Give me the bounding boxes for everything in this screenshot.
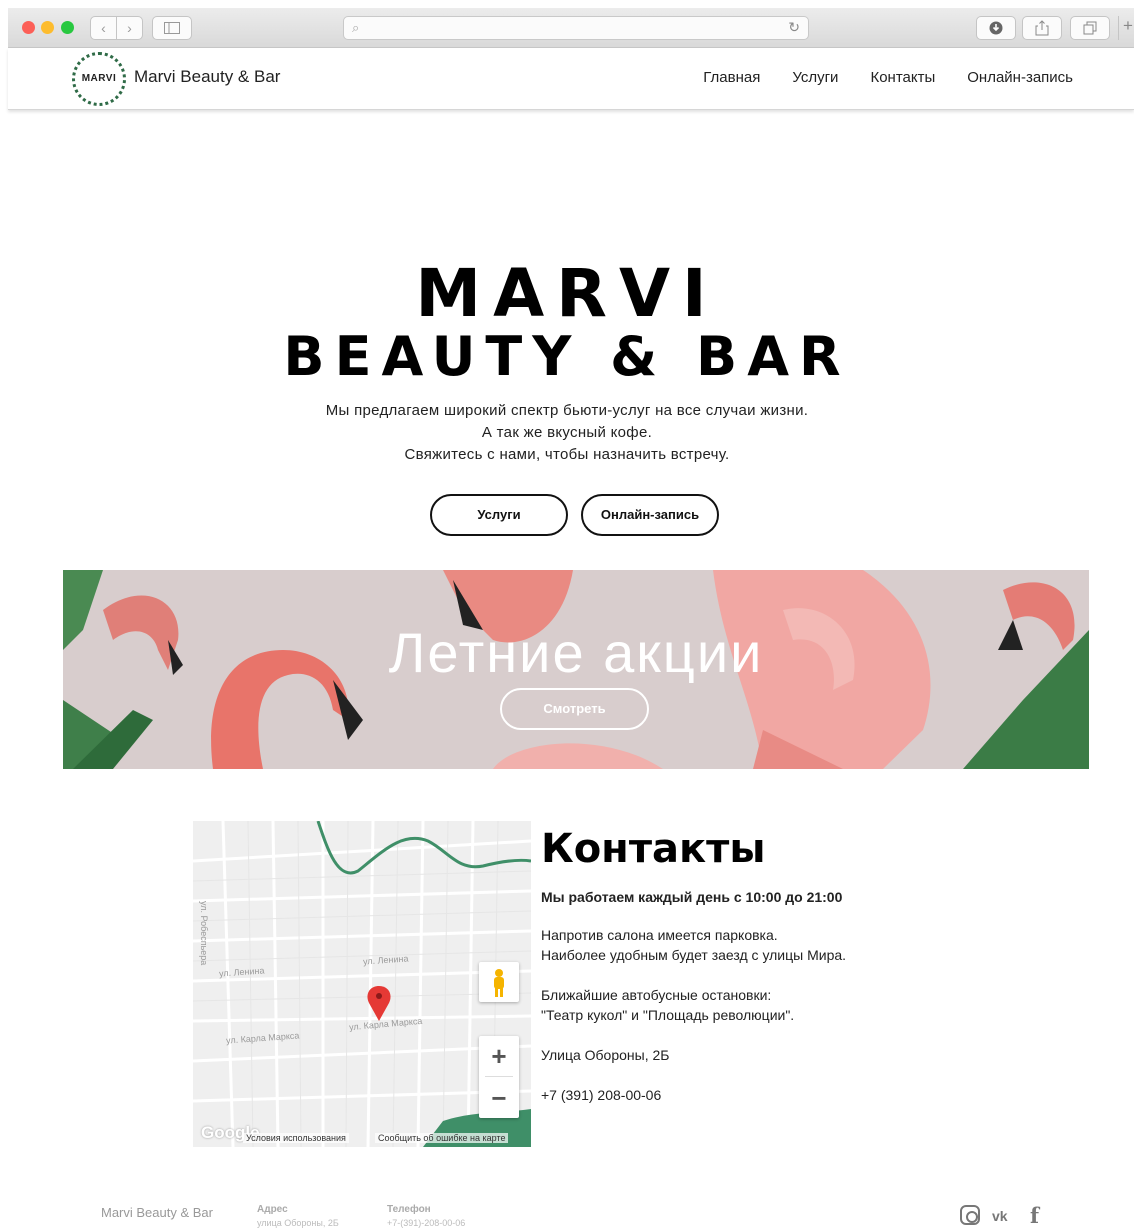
site-header: MARVI Marvi Beauty & Bar Главная Услуги … [8, 48, 1134, 110]
logo-text: MARVI [81, 73, 117, 84]
map-terms-link[interactable]: Условия использования [243, 1133, 349, 1143]
brand-name[interactable]: Marvi Beauty & Bar [134, 67, 280, 87]
map-footer: Google Условия использования Сообщить об… [193, 1123, 531, 1147]
promo-banner: Летние акции Смотреть [63, 570, 1089, 769]
downloads-button[interactable] [976, 16, 1016, 40]
hero-text-line: А так же вкусный кофе. [481, 424, 653, 441]
contacts-line: Ближайшие автобусные остановки: [541, 987, 772, 1003]
footer-phone-label: Телефон [387, 1204, 431, 1215]
booking-button[interactable]: Онлайн-запись [581, 494, 719, 536]
map-report-link[interactable]: Сообщить об ошибке на карте [375, 1133, 509, 1143]
pegman-icon [494, 969, 504, 997]
working-hours: Мы работаем каждый день с 10:00 до 21:00 [541, 889, 843, 905]
footer-phone-value[interactable]: +7-(391)-208-00-06 [387, 1218, 465, 1228]
map-zoom-controls: + − [479, 1036, 519, 1118]
reload-icon[interactable]: ↻ [788, 19, 800, 36]
view-promo-button[interactable]: Смотреть [500, 688, 649, 730]
new-tab-button[interactable]: + [1118, 16, 1134, 40]
services-button[interactable]: Услуги [430, 494, 568, 536]
footer-address-label: Адрес [257, 1204, 288, 1215]
search-icon: ⌕ [352, 20, 360, 35]
menu-item-contacts[interactable]: Контакты [870, 69, 935, 86]
street-label: ул. Робеспьера [199, 901, 209, 966]
share-icon [1035, 20, 1049, 36]
footer-address-value: улица Обороны, 2Б [257, 1218, 339, 1228]
instagram-icon[interactable] [960, 1205, 980, 1225]
hero-text-line: Мы предлагаем широкий спектр бьюти-услуг… [325, 402, 809, 419]
browser-toolbar: ‹ › ⌕ ↻ + [8, 8, 1134, 48]
main-menu: Главная Услуги Контакты Онлайн-запись [703, 69, 1073, 86]
contacts-line: Наиболее удобным будет заезд с улицы Мир… [541, 947, 847, 963]
hero-title-line1: MARVI [415, 255, 719, 332]
show-tabs-button[interactable] [1070, 16, 1110, 40]
street-view-button[interactable] [479, 962, 519, 1002]
sidebar-toggle-button[interactable] [152, 16, 192, 40]
back-button[interactable]: ‹ [90, 16, 117, 40]
vk-icon[interactable]: vk [992, 1208, 1008, 1224]
close-window-button[interactable] [22, 21, 35, 34]
zoom-out-button[interactable]: − [479, 1078, 519, 1118]
hero-text-line: Свяжитесь с нами, чтобы назначить встреч… [404, 446, 730, 463]
contacts-address: Улица Обороны, 2Б [541, 1047, 670, 1063]
minimize-window-button[interactable] [41, 21, 54, 34]
facebook-icon[interactable]: f [1030, 1203, 1039, 1228]
zoom-divider [485, 1076, 513, 1077]
tabs-icon [1083, 21, 1097, 35]
zoom-in-button[interactable]: + [479, 1036, 519, 1076]
contacts-title: Контакты [541, 826, 766, 872]
menu-item-booking[interactable]: Онлайн-запись [967, 69, 1073, 86]
logo[interactable]: MARVI [72, 52, 126, 106]
download-icon [989, 21, 1003, 35]
zoom-window-button[interactable] [61, 21, 74, 34]
banner-title: Летние акции [388, 621, 764, 684]
menu-item-services[interactable]: Услуги [792, 69, 838, 86]
share-button[interactable] [1022, 16, 1062, 40]
footer-brand: Marvi Beauty & Bar [101, 1205, 213, 1220]
contacts-line: "Театр кукол" и "Площадь революции". [541, 1007, 795, 1023]
menu-item-home[interactable]: Главная [703, 69, 760, 86]
contacts-line: Напротив салона имеется парковка. [541, 927, 778, 943]
contacts-phone[interactable]: +7 (391) 208-00-06 [541, 1087, 661, 1103]
hero-title-line2: BEAUTY & BAR [283, 325, 851, 388]
forward-button[interactable]: › [116, 16, 143, 40]
sidebar-icon [164, 22, 180, 34]
address-bar[interactable]: ⌕ ↻ [343, 16, 809, 40]
